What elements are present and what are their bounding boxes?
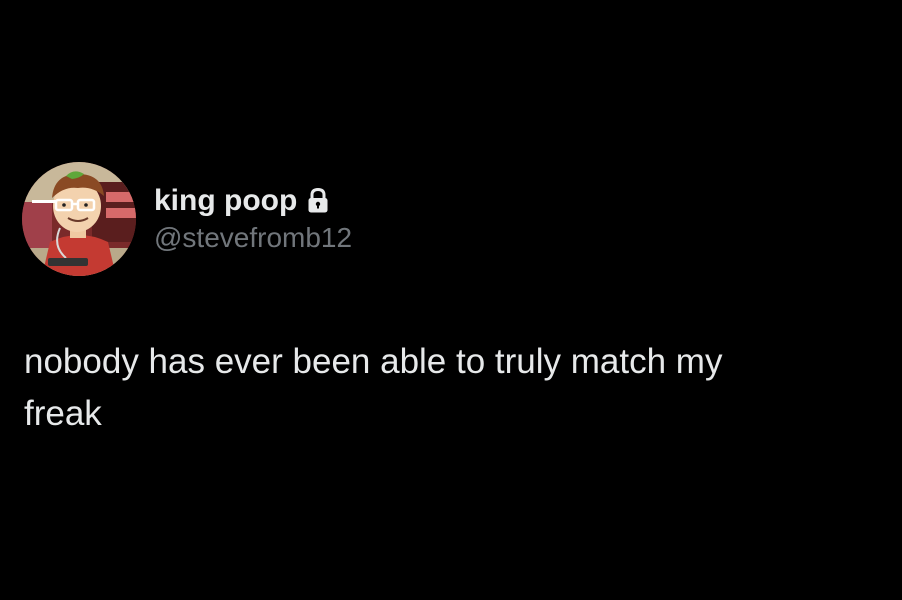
lock-icon — [307, 188, 329, 214]
tweet-header: king poop @stevefromb12 — [22, 162, 352, 276]
avatar[interactable] — [22, 162, 136, 276]
avatar-image — [22, 162, 136, 276]
user-handle[interactable]: @stevefromb12 — [154, 221, 352, 255]
tweet-card: king poop @stevefromb12 nobody has ever … — [0, 0, 902, 600]
display-name[interactable]: king poop — [154, 183, 297, 219]
tweet-text: nobody has ever been able to truly match… — [24, 342, 723, 433]
display-name-row: king poop — [154, 183, 352, 219]
author-names: king poop @stevefromb12 — [154, 183, 352, 255]
